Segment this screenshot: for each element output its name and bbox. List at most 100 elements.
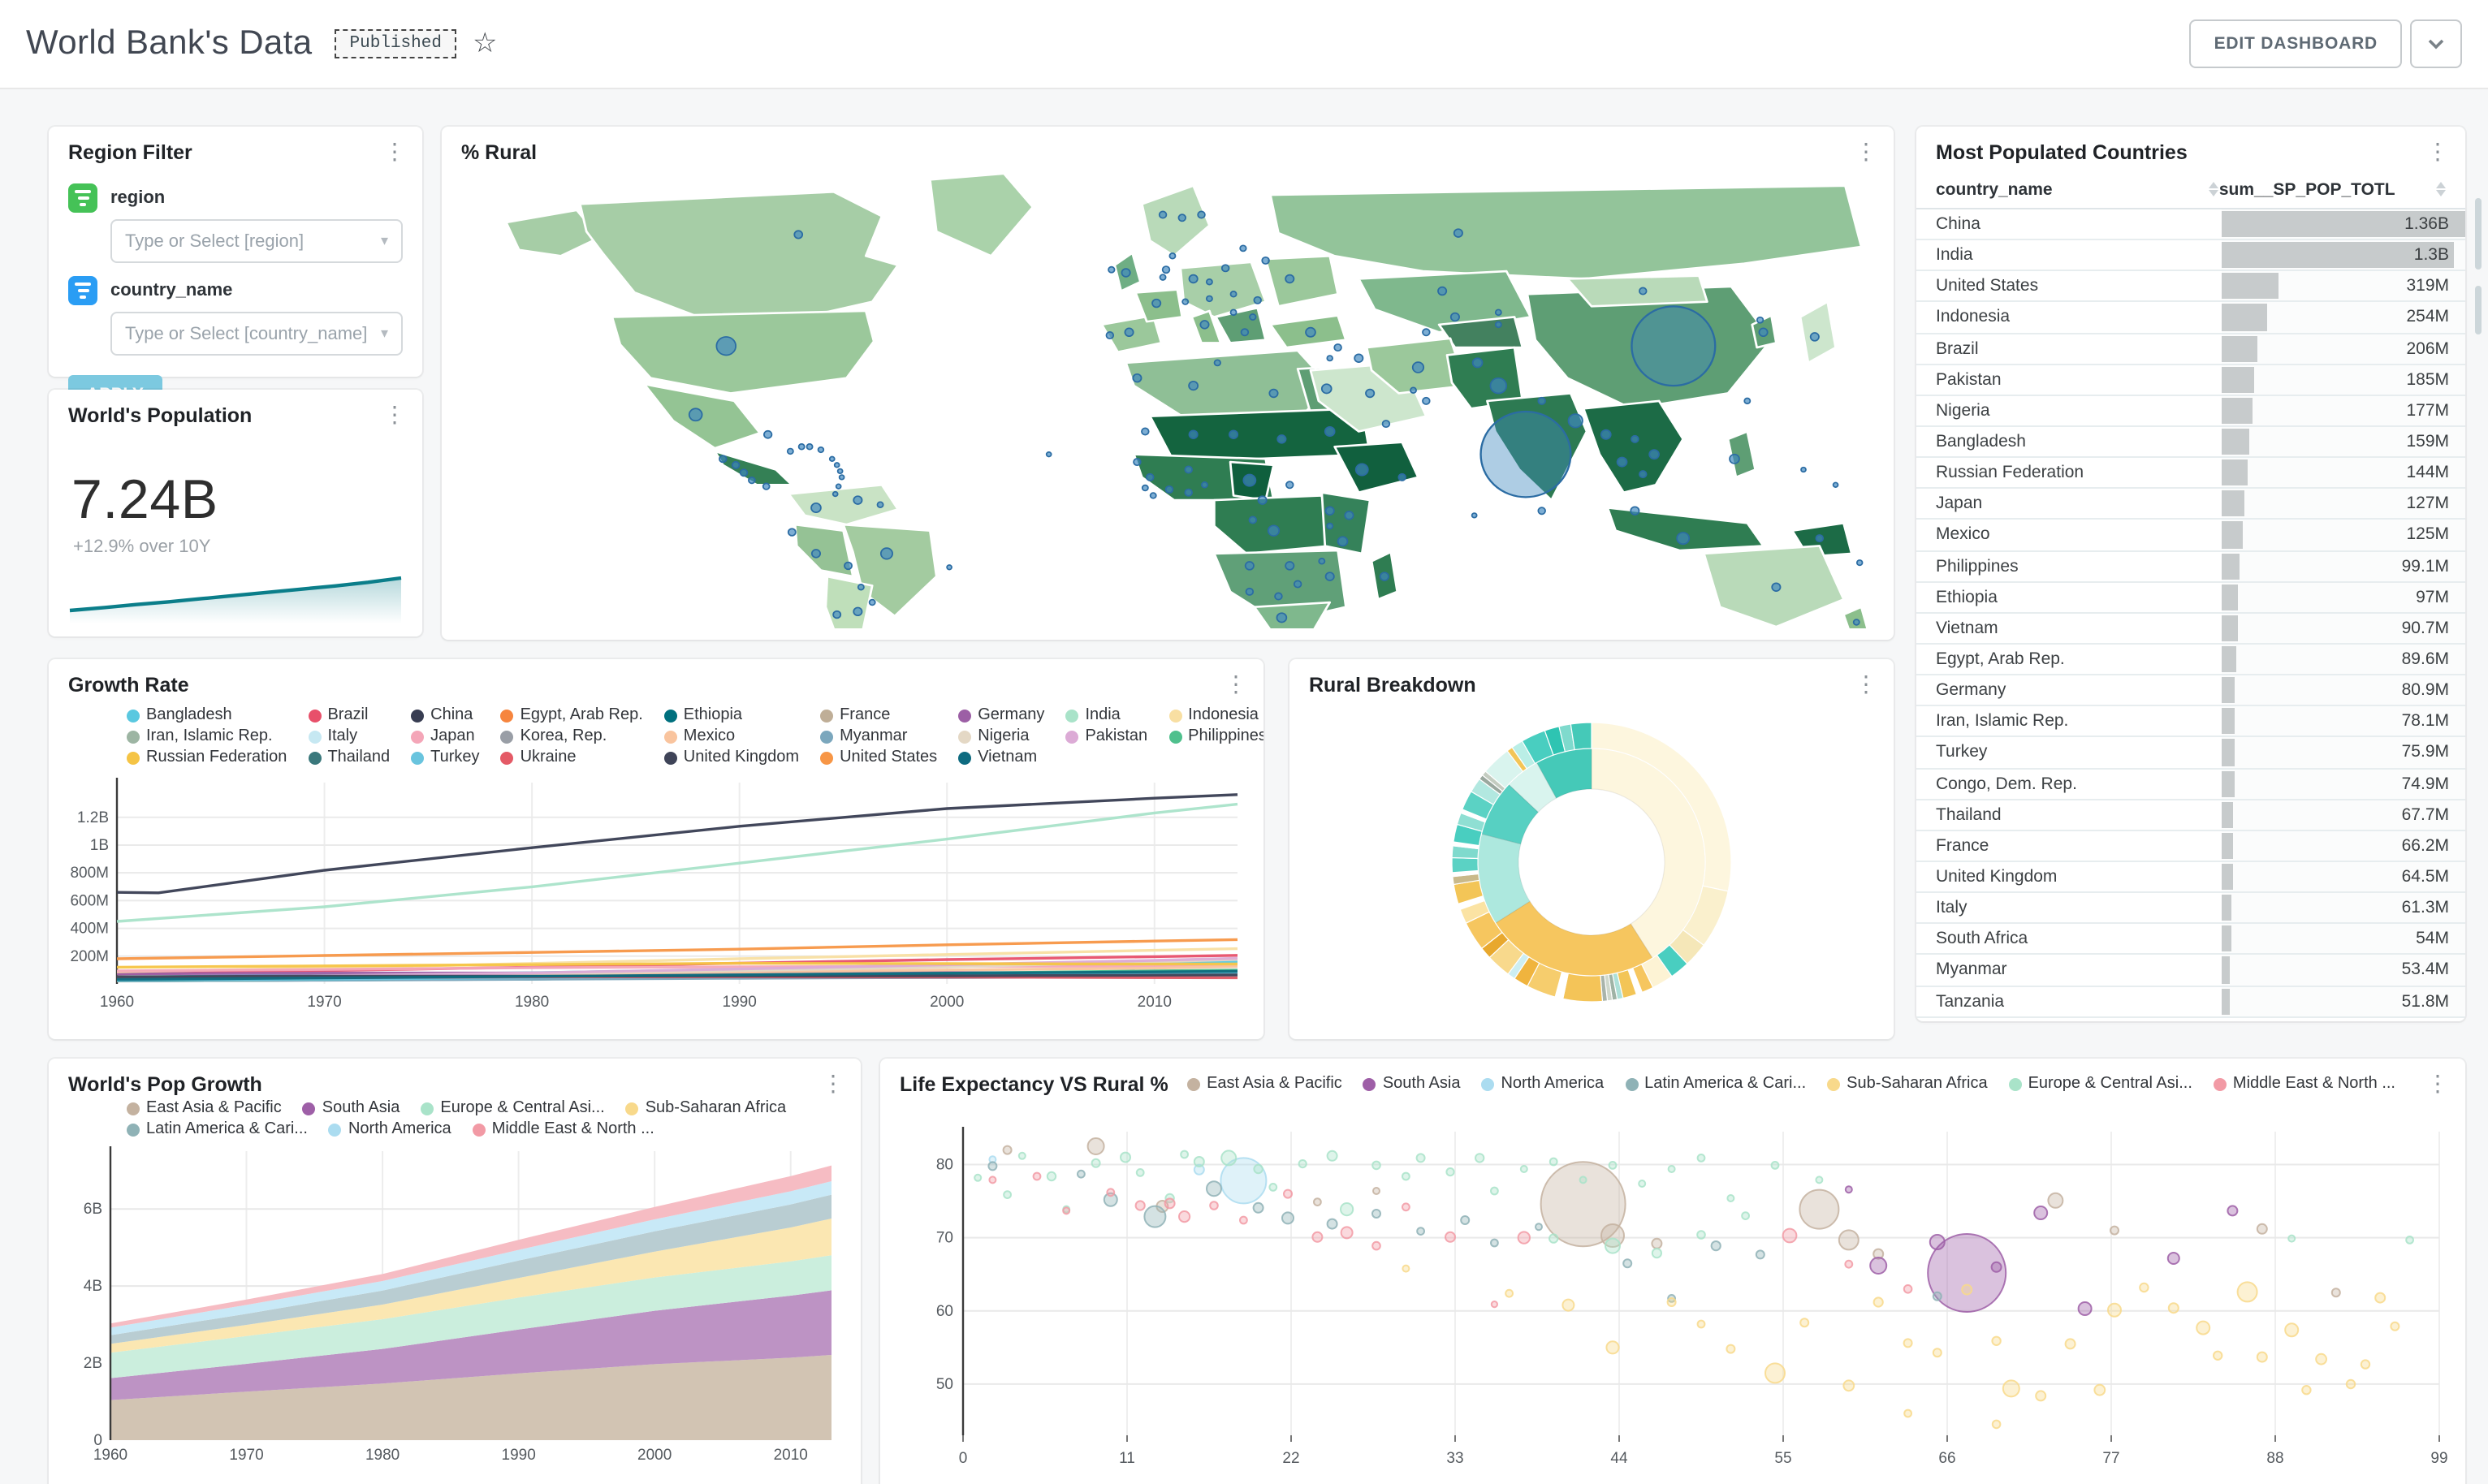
value-bar bbox=[2221, 366, 2254, 392]
legend-item[interactable]: Japan bbox=[411, 727, 500, 745]
legend-item[interactable]: Turkey bbox=[411, 748, 500, 766]
legend-item[interactable]: Nigeria bbox=[958, 727, 1065, 745]
svg-text:200M: 200M bbox=[70, 948, 109, 965]
legend-item[interactable]: Thailand bbox=[308, 748, 411, 766]
filter-field-label: country_name bbox=[110, 281, 232, 300]
legend-item[interactable]: Philippines bbox=[1168, 727, 1263, 745]
value-bar bbox=[2221, 274, 2279, 300]
table-row: Egypt, Arab Rep.89.6M bbox=[1916, 645, 2465, 675]
svg-text:4B: 4B bbox=[84, 1278, 102, 1295]
panel-title: World's Pop Growth bbox=[68, 1073, 262, 1096]
panel-title: % Rural bbox=[461, 141, 537, 164]
legend-item[interactable]: East Asia & Pacific bbox=[127, 1099, 303, 1117]
legend-item[interactable]: Latin America & Cari... bbox=[127, 1120, 329, 1138]
world-map-chart[interactable] bbox=[461, 170, 1874, 628]
legend-item[interactable]: Myanmar bbox=[820, 727, 958, 745]
legend-item[interactable]: Egypt, Arab Rep. bbox=[501, 706, 664, 724]
kebab-menu-icon[interactable]: ⋮ bbox=[2426, 141, 2449, 161]
legend-item[interactable]: Iran, Islamic Rep. bbox=[127, 727, 308, 745]
table-row: Vietnam90.7M bbox=[1916, 614, 2465, 645]
region-select[interactable]: Type or Select [region]▾ bbox=[110, 219, 403, 263]
legend-item[interactable]: Germany bbox=[958, 706, 1065, 724]
legend-item[interactable]: India bbox=[1065, 706, 1168, 724]
legend-item[interactable]: United States bbox=[820, 748, 958, 766]
legend-item[interactable]: Ethiopia bbox=[664, 706, 820, 724]
value-bar bbox=[2221, 491, 2244, 517]
legend-item[interactable]: North America bbox=[329, 1120, 473, 1138]
kebab-menu-icon[interactable]: ⋮ bbox=[383, 141, 406, 161]
legend-item[interactable]: Europe & Central Asi... bbox=[2009, 1075, 2214, 1093]
header-menu-button[interactable] bbox=[2410, 19, 2462, 68]
life-expectancy-panel: Life Expectancy VS Rural % East Asia & P… bbox=[880, 1059, 2465, 1484]
svg-text:88: 88 bbox=[2266, 1450, 2283, 1467]
scrollbar-thumb[interactable] bbox=[2475, 286, 2482, 334]
kebab-menu-icon[interactable]: ⋮ bbox=[1225, 674, 1247, 693]
legend-item[interactable]: Sub-Saharan Africa bbox=[626, 1099, 807, 1117]
published-badge[interactable]: Published bbox=[335, 29, 456, 58]
legend-item[interactable]: Bangladesh bbox=[127, 706, 308, 724]
legend-item[interactable]: Middle East & North ... bbox=[2214, 1075, 2417, 1093]
growth-rate-panel: Growth Rate⋮ BangladeshBrazilChinaEgypt,… bbox=[49, 659, 1263, 1039]
legend-item[interactable]: South Asia bbox=[1363, 1075, 1482, 1093]
table-row: China1.36B bbox=[1916, 209, 2465, 240]
legend-item[interactable]: Vietnam bbox=[958, 748, 1065, 766]
legend-item[interactable]: Mexico bbox=[664, 727, 820, 745]
legend-item[interactable]: China bbox=[411, 706, 500, 724]
table-row: Nigeria177M bbox=[1916, 396, 2465, 427]
rural-breakdown-panel: Rural Breakdown ⋮ bbox=[1289, 659, 1894, 1039]
table-row: Congo, Dem. Rep.74.9M bbox=[1916, 769, 2465, 800]
value-bar bbox=[2221, 957, 2231, 983]
rural-breakdown-chart[interactable] bbox=[1315, 700, 1868, 1025]
legend-item[interactable]: Indonesia bbox=[1168, 706, 1263, 724]
value-bar bbox=[2221, 864, 2232, 890]
column-header-population[interactable]: sum__SP_POP_TOTL bbox=[2219, 179, 2446, 199]
value-bar bbox=[2221, 522, 2244, 548]
svg-text:80: 80 bbox=[936, 1157, 953, 1174]
kebab-menu-icon[interactable]: ⋮ bbox=[383, 404, 406, 424]
legend-item[interactable]: South Asia bbox=[303, 1099, 421, 1117]
legend-item[interactable]: United Kingdom bbox=[664, 748, 820, 766]
panel-title: Rural Breakdown bbox=[1309, 674, 1476, 697]
legend-item[interactable]: Ukraine bbox=[501, 748, 664, 766]
value-bar bbox=[2221, 925, 2231, 951]
legend-item[interactable]: North America bbox=[1481, 1075, 1625, 1093]
kebab-menu-icon[interactable]: ⋮ bbox=[1855, 674, 1877, 693]
table-row: Ethiopia97M bbox=[1916, 582, 2465, 613]
chevron-down-icon: ▾ bbox=[381, 325, 388, 343]
legend-item[interactable]: France bbox=[820, 706, 958, 724]
growth-legend: BangladeshBrazilChinaEgypt, Arab Rep.Eth… bbox=[127, 706, 1263, 766]
svg-text:6B: 6B bbox=[84, 1201, 102, 1218]
legend-item[interactable]: Pakistan bbox=[1065, 727, 1168, 745]
value-bar bbox=[2221, 709, 2235, 735]
value-bar bbox=[2221, 740, 2235, 766]
sort-icon bbox=[2436, 182, 2446, 196]
legend-item[interactable]: Brazil bbox=[308, 706, 411, 724]
legend-item[interactable]: Korea, Rep. bbox=[501, 727, 664, 745]
legend-item[interactable]: Sub-Saharan Africa bbox=[1827, 1075, 2008, 1093]
legend-item[interactable]: Latin America & Cari... bbox=[1625, 1075, 1827, 1093]
kebab-menu-icon[interactable]: ⋮ bbox=[822, 1073, 844, 1093]
header: World Bank's Data Published ☆ EDIT DASHB… bbox=[0, 0, 2488, 89]
value-bar bbox=[2221, 646, 2237, 672]
most-populated-countries-panel: Most Populated Countries⋮ country_name s… bbox=[1916, 127, 2465, 1021]
legend-item[interactable]: Europe & Central Asi... bbox=[421, 1099, 625, 1117]
kebab-menu-icon[interactable]: ⋮ bbox=[2426, 1073, 2449, 1093]
big-number: 7.24B bbox=[71, 469, 422, 533]
legend-item[interactable]: East Asia & Pacific bbox=[1187, 1075, 1363, 1093]
svg-text:0: 0 bbox=[959, 1450, 968, 1467]
favorite-star-icon[interactable]: ☆ bbox=[473, 28, 498, 60]
edit-dashboard-button[interactable]: EDIT DASHBOARD bbox=[2190, 19, 2402, 68]
column-header-country[interactable]: country_name bbox=[1936, 179, 2219, 199]
legend-item[interactable]: Russian Federation bbox=[127, 748, 308, 766]
svg-text:1970: 1970 bbox=[229, 1447, 263, 1464]
svg-text:99: 99 bbox=[2430, 1450, 2447, 1467]
legend-item[interactable]: Italy bbox=[308, 727, 411, 745]
country-name-select[interactable]: Type or Select [country_name]▾ bbox=[110, 312, 403, 356]
kebab-menu-icon[interactable]: ⋮ bbox=[1855, 141, 1877, 161]
big-number-subheader: +12.9% over 10Y bbox=[73, 537, 422, 557]
svg-text:600M: 600M bbox=[70, 892, 109, 909]
table-row: Germany80.9M bbox=[1916, 675, 2465, 706]
table-row: Italy61.3M bbox=[1916, 893, 2465, 924]
legend-item[interactable]: Middle East & North ... bbox=[473, 1120, 676, 1138]
scrollbar-thumb[interactable] bbox=[2475, 198, 2482, 270]
